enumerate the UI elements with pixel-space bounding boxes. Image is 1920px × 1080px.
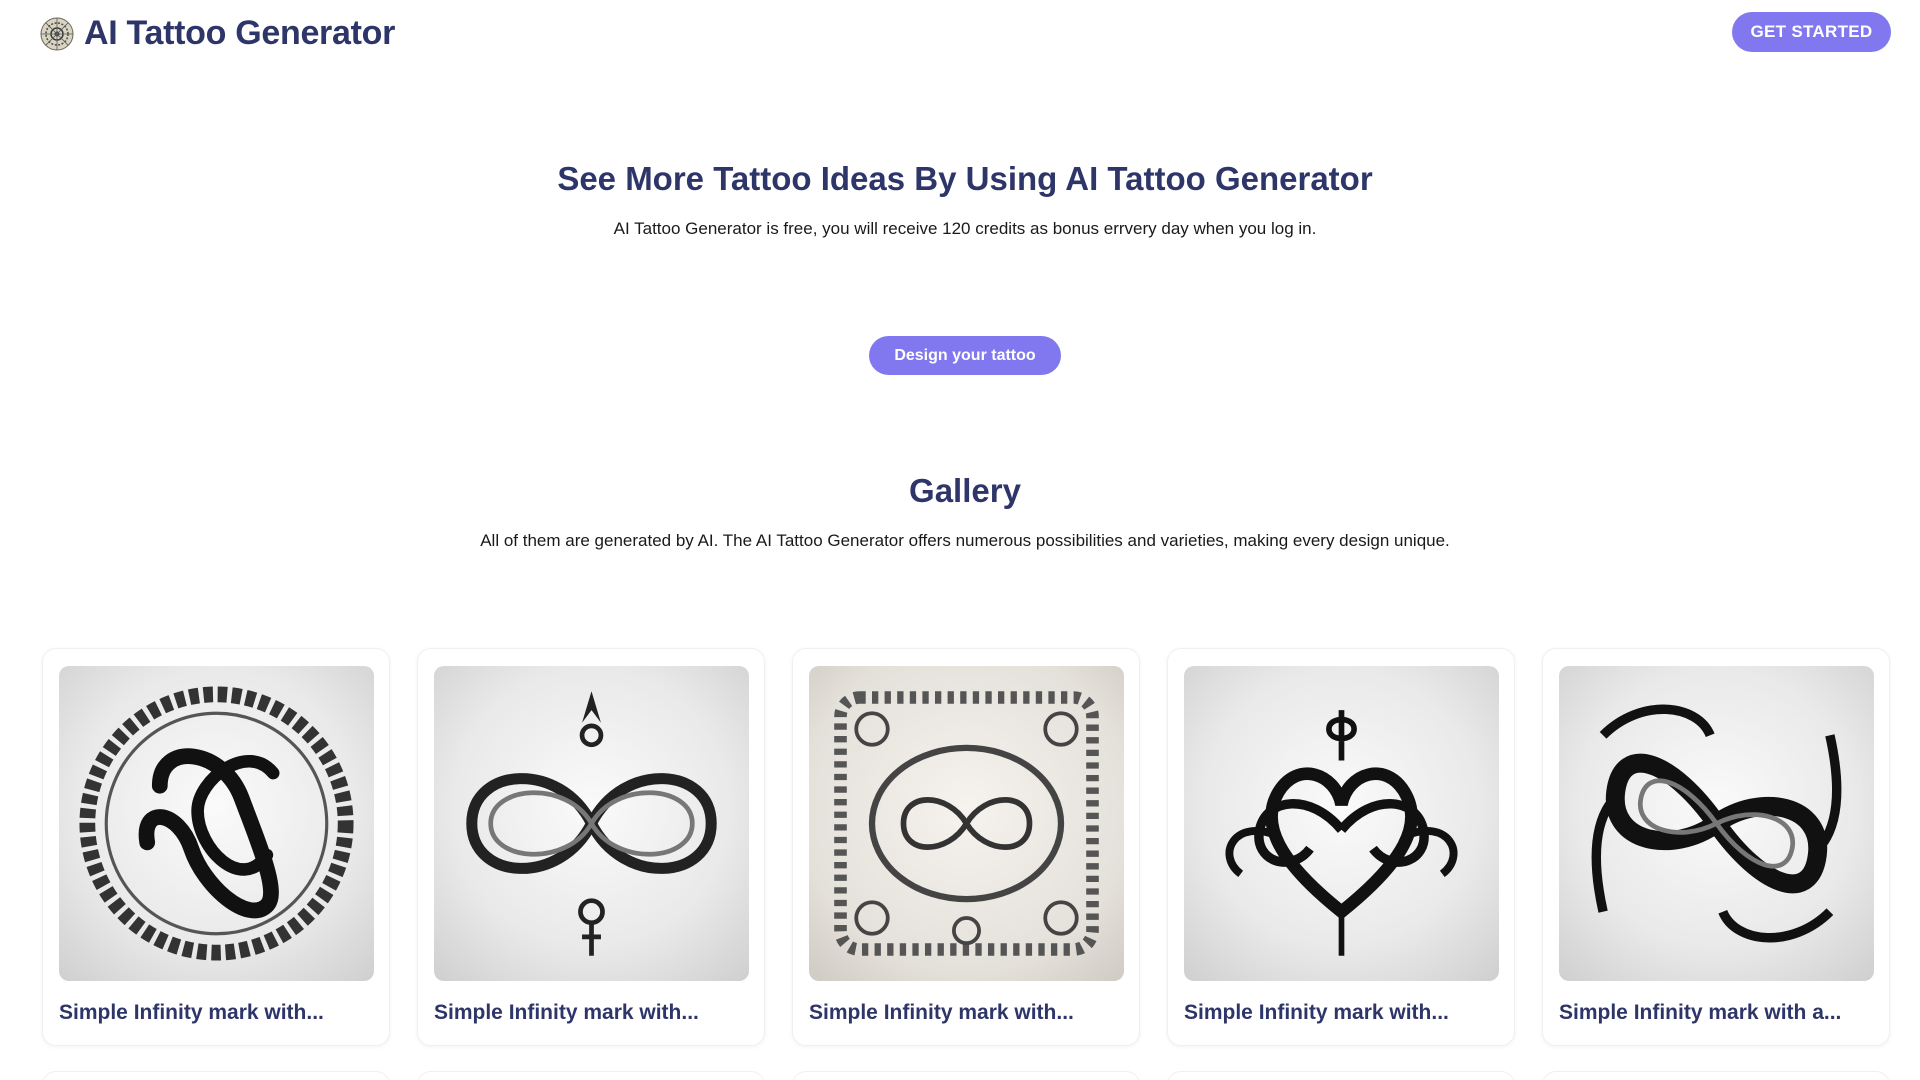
gallery-caption: Simple Infinity mark with... <box>434 1001 699 1024</box>
hero-subtitle: AI Tattoo Generator is free, you will re… <box>613 219 1317 238</box>
mandala-logo-icon <box>40 17 74 50</box>
hero-title: See More Tattoo Ideas By Using AI Tattoo… <box>557 160 1373 197</box>
gallery-card-partial[interactable] <box>42 1071 390 1080</box>
gallery-card[interactable]: Simple Infinity mark with... <box>42 648 390 1046</box>
tribal-infinity-image <box>1559 666 1874 981</box>
gallery-title: Gallery <box>909 472 1021 509</box>
design-tattoo-button[interactable]: Design your tattoo <box>869 336 1061 375</box>
get-started-button[interactable]: GET STARTED <box>1732 12 1891 52</box>
celtic-ring-infinity-image <box>59 666 374 981</box>
gallery-card-partial[interactable] <box>792 1071 1140 1080</box>
gallery-card[interactable]: Simple Infinity mark with... <box>417 648 765 1046</box>
gallery-card-partial[interactable] <box>1167 1071 1515 1080</box>
gallery-subtitle: All of them are generated by AI. The AI … <box>480 531 1450 550</box>
gallery-card[interactable]: Simple Infinity mark with... <box>792 648 1140 1046</box>
heart-infinity-image <box>1184 666 1499 981</box>
site-header: AI Tattoo Generator GET STARTED <box>0 0 1920 64</box>
gallery-card-partial[interactable] <box>1542 1071 1890 1080</box>
floral-frame-infinity-image <box>809 666 1124 981</box>
gallery-caption: Simple Infinity mark with... <box>1184 1001 1449 1024</box>
ribbon-infinity-image <box>434 666 749 981</box>
app-title: AI Tattoo Generator <box>84 14 396 52</box>
gallery-caption: Simple Infinity mark with... <box>59 1001 324 1024</box>
gallery-card[interactable]: Simple Infinity mark with a... <box>1542 648 1890 1046</box>
gallery-caption: Simple Infinity mark with... <box>809 1001 1074 1024</box>
gallery-card-partial[interactable] <box>417 1071 765 1080</box>
gallery-caption: Simple Infinity mark with a... <box>1559 1001 1842 1024</box>
gallery-card[interactable]: Simple Infinity mark with... <box>1167 648 1515 1046</box>
brand-logo[interactable]: AI Tattoo Generator <box>40 14 395 53</box>
